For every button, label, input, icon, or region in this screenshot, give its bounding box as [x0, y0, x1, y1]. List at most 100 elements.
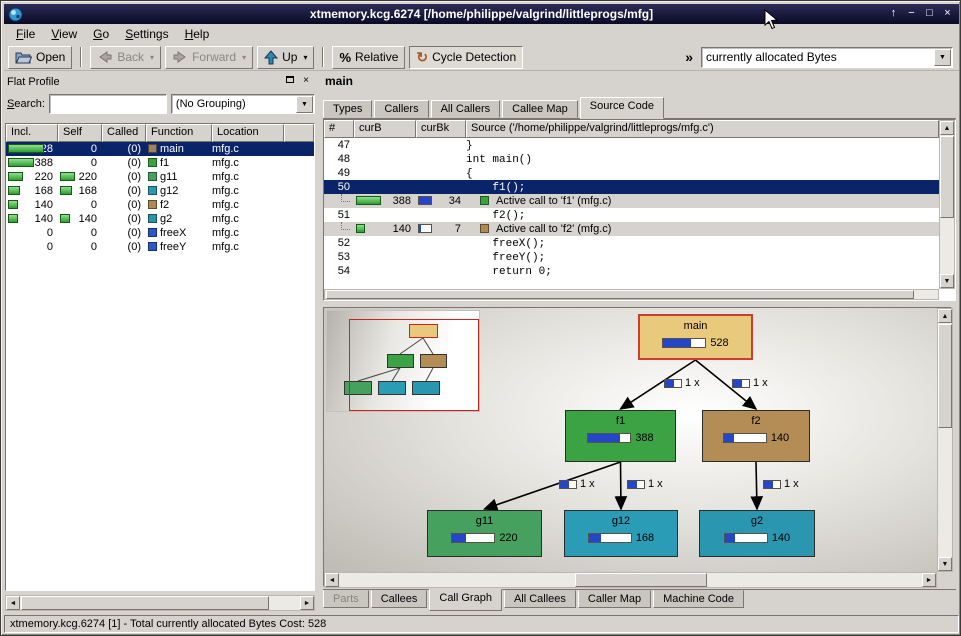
graph-node-g2[interactable]: g2140 — [699, 510, 815, 557]
scroll-left-icon[interactable]: ◄ — [6, 596, 20, 610]
tab-machine-code[interactable]: Machine Code — [653, 590, 744, 608]
cell-curbk: 7 — [416, 222, 466, 236]
event-type-combo[interactable]: currently allocated Bytes ▼ — [701, 47, 953, 68]
source-hscrollbar[interactable] — [324, 289, 939, 300]
graph-node-f1[interactable]: f1388 — [565, 410, 676, 462]
source-line[interactable]: 53 freeY(); — [324, 250, 939, 264]
menu-go[interactable]: Go — [85, 25, 117, 43]
menu-help[interactable]: Help — [177, 25, 218, 43]
table-row-g11[interactable]: 220220(0)g11mfg.c — [6, 170, 314, 184]
graph-node-g11[interactable]: g11220 — [427, 510, 542, 557]
scroll-down-icon[interactable]: ▼ — [940, 274, 954, 288]
call-graph-canvas[interactable]: 1 x1 x1 x1 x1 xmain528f1388f2140g11220g1… — [324, 308, 937, 572]
scrollbar-thumb[interactable] — [940, 136, 954, 218]
graph-node-f2[interactable]: f2140 — [702, 410, 810, 462]
forward-dropdown-icon[interactable]: ▾ — [242, 53, 246, 62]
table-row-g12[interactable]: 168168(0)g12mfg.c — [6, 184, 314, 198]
source-line[interactable]: 49{ — [324, 166, 939, 180]
scroll-right-icon[interactable]: ► — [922, 573, 936, 587]
event-type-dropdown-icon[interactable]: ▼ — [934, 49, 951, 66]
table-row-main[interactable]: 5280(0)mainmfg.c — [6, 142, 314, 156]
toolbar-overflow-button[interactable]: » — [681, 49, 697, 65]
dock-close-button[interactable]: × — [299, 75, 313, 88]
tab-call-graph[interactable]: Call Graph — [429, 589, 502, 611]
tab-caller-map[interactable]: Caller Map — [578, 590, 651, 608]
scroll-down-icon[interactable]: ▼ — [938, 557, 952, 571]
flat-profile-hscrollbar[interactable]: ◄ ► — [5, 595, 315, 611]
source-call-row[interactable]: 38834Active call to 'f1' (mfg.c) — [324, 194, 939, 208]
tab-all-callees[interactable]: All Callees — [504, 590, 576, 608]
cell-curbk — [416, 236, 466, 250]
column-function[interactable]: Function — [146, 124, 212, 142]
table-row-g2[interactable]: 140140(0)g2mfg.c — [6, 212, 314, 226]
scroll-up-icon[interactable]: ▲ — [940, 121, 954, 135]
back-dropdown-icon[interactable]: ▾ — [150, 53, 154, 62]
maximize-button[interactable]: □ — [921, 5, 938, 22]
column-called[interactable]: Called — [102, 124, 146, 142]
call-count-bar — [732, 379, 750, 388]
table-row-f2[interactable]: 1400(0)f2mfg.c — [6, 198, 314, 212]
scroll-up-icon[interactable]: ▲ — [938, 309, 952, 323]
cell-self: 0 — [58, 240, 102, 254]
scroll-left-icon[interactable]: ◄ — [325, 573, 339, 587]
source-line[interactable]: 47} — [324, 138, 939, 152]
dock-float-button[interactable] — [283, 75, 297, 88]
forward-button[interactable]: Forward ▾ — [165, 46, 253, 69]
menu-settings[interactable]: Settings — [117, 25, 176, 43]
relative-button[interactable]: % Relative — [332, 46, 405, 69]
tab-callee-map[interactable]: Callee Map — [502, 100, 578, 118]
table-row-freeX[interactable]: 00(0)freeXmfg.c — [6, 226, 314, 240]
scrollbar-thumb[interactable] — [575, 573, 707, 587]
tab-types[interactable]: Types — [323, 100, 372, 118]
source-line[interactable]: 48int main() — [324, 152, 939, 166]
table-row-f1[interactable]: 3880(0)f1mfg.c — [6, 156, 314, 170]
graph-view-tabs: PartsCalleesCall GraphAll CalleesCaller … — [323, 589, 956, 611]
graph-vscrollbar[interactable]: ▲ ▼ — [937, 308, 953, 572]
tab-callers[interactable]: Callers — [374, 100, 428, 118]
tab-parts[interactable]: Parts — [323, 590, 369, 608]
graph-node-g12[interactable]: g12168 — [564, 510, 678, 557]
grouping-dropdown-icon[interactable]: ▼ — [296, 96, 313, 113]
menu-view[interactable]: View — [43, 25, 85, 43]
cost-bar — [8, 172, 23, 181]
cell-source: f1(); — [466, 180, 939, 194]
column-self[interactable]: Self — [58, 124, 102, 142]
node-cost-value: 388 — [635, 432, 653, 444]
column-location[interactable]: Location — [212, 124, 284, 142]
search-input[interactable] — [49, 94, 167, 114]
source-line[interactable]: 54 return 0; — [324, 264, 939, 278]
graph-node-main[interactable]: main528 — [638, 314, 753, 360]
column-source[interactable]: Source ('/home/philippe/valgrind/littlep… — [466, 120, 939, 138]
back-button[interactable]: Back ▾ — [90, 46, 161, 69]
source-line[interactable]: 51 f2(); — [324, 208, 939, 222]
scroll-right-icon[interactable]: ► — [300, 596, 314, 610]
up-button[interactable]: Up ▾ — [257, 46, 314, 69]
tab-source-code[interactable]: Source Code — [580, 97, 664, 119]
event-type-value: currently allocated Bytes — [706, 50, 934, 64]
rollup-button[interactable]: ↑ — [885, 5, 902, 22]
source-line[interactable]: 50 f1(); — [324, 180, 939, 194]
minimize-button[interactable]: − — [903, 5, 920, 22]
close-button[interactable]: × — [939, 5, 956, 22]
column-curb[interactable]: curB — [354, 120, 416, 138]
cell-curb — [354, 166, 416, 180]
graph-hscrollbar[interactable]: ◄ ► — [324, 572, 937, 588]
column-curbk[interactable]: curBk — [416, 120, 466, 138]
node-cost-row: 220 — [451, 532, 517, 544]
tab-all-callers[interactable]: All Callers — [431, 100, 501, 118]
source-call-row[interactable]: 1407Active call to 'f2' (mfg.c) — [324, 222, 939, 236]
table-row-freeY[interactable]: 00(0)freeYmfg.c — [6, 240, 314, 254]
column-line[interactable]: # — [324, 120, 354, 138]
menu-file[interactable]: File — [8, 25, 43, 43]
source-line[interactable]: 52 freeX(); — [324, 236, 939, 250]
source-vscrollbar[interactable]: ▲ ▼ — [939, 120, 955, 289]
grouping-combo[interactable]: (No Grouping) ▼ — [171, 94, 315, 114]
scrollbar-thumb[interactable] — [938, 324, 952, 428]
open-button[interactable]: Open — [8, 46, 72, 69]
tab-callees[interactable]: Callees — [371, 590, 428, 608]
scrollbar-thumb[interactable] — [21, 596, 269, 610]
column-incl[interactable]: Incl. — [6, 124, 58, 142]
up-dropdown-icon[interactable]: ▾ — [303, 53, 307, 62]
scrollbar-thumb[interactable] — [326, 290, 914, 299]
cycle-detection-button[interactable]: ↻ Cycle Detection — [409, 46, 523, 69]
